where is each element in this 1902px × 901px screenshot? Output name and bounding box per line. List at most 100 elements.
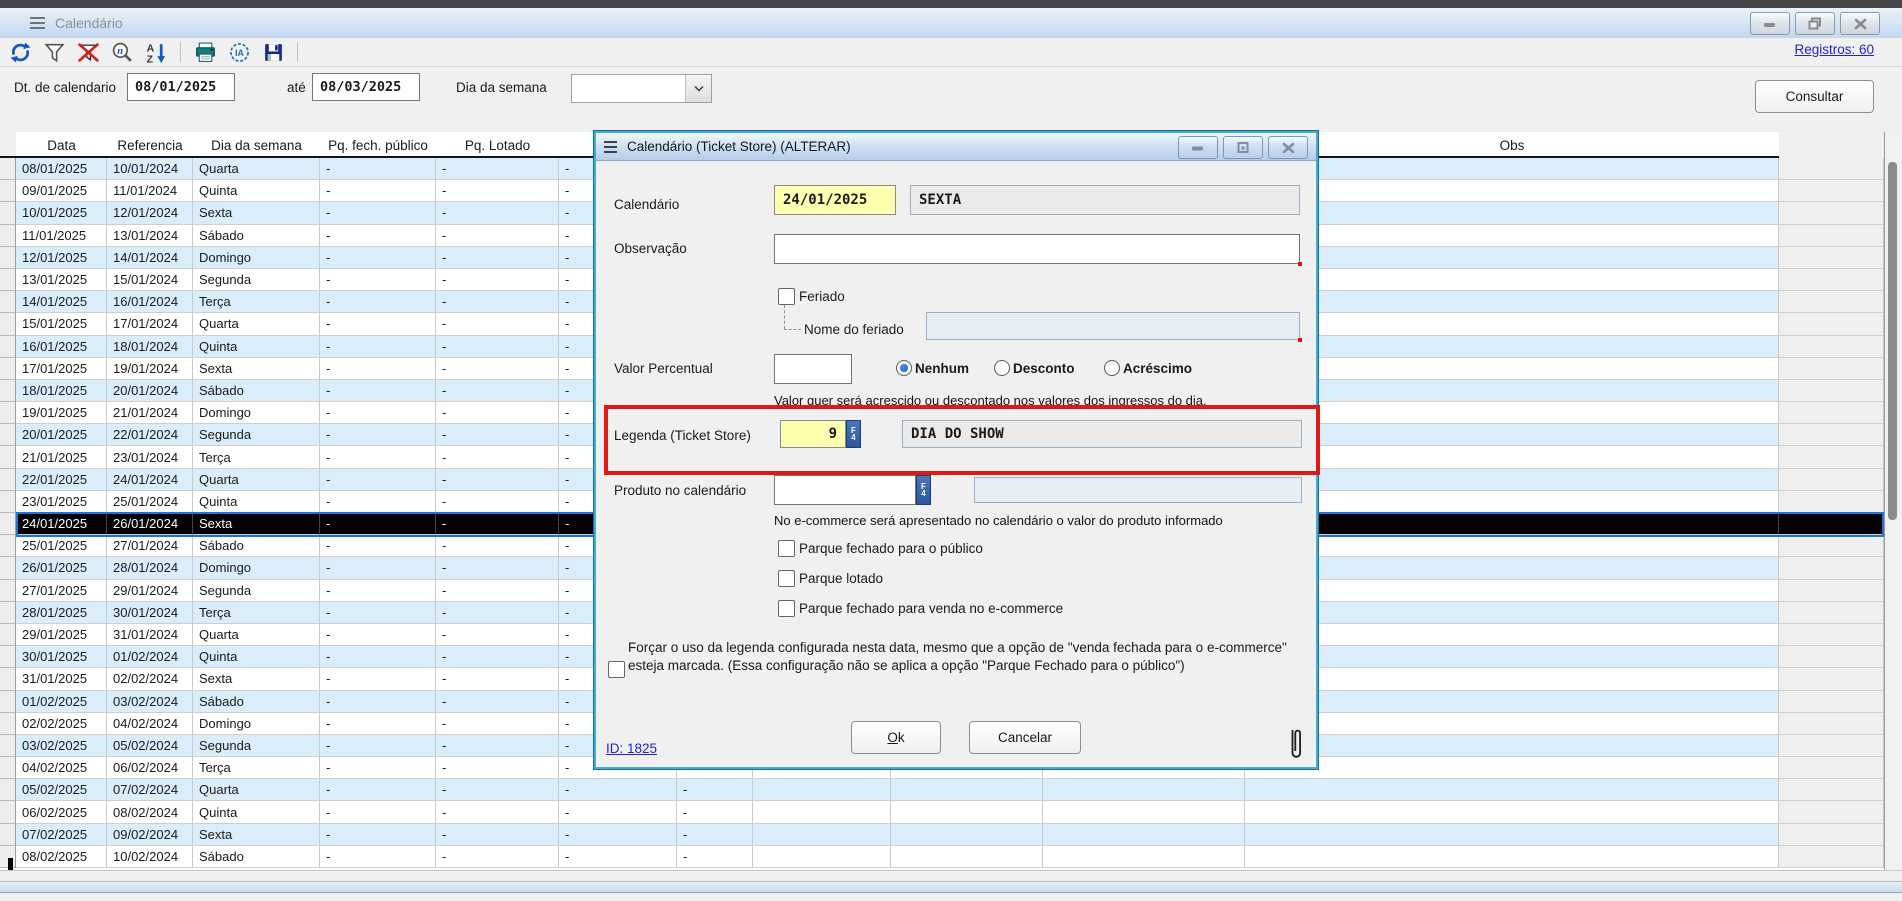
ia-badge-icon[interactable]: IA — [227, 40, 251, 64]
row-selector[interactable] — [0, 269, 16, 291]
feriado-checkbox[interactable] — [778, 288, 795, 305]
row-selector[interactable] — [0, 202, 16, 224]
row-selector[interactable] — [0, 624, 16, 646]
restore-button[interactable] — [1795, 12, 1835, 35]
date-to-input[interactable]: 08/03/2025 — [312, 73, 420, 101]
table-cell: 28/01/2024 — [107, 557, 193, 579]
column-header[interactable] — [0, 132, 17, 158]
row-selector[interactable] — [0, 691, 16, 713]
weekday-select[interactable] — [571, 74, 712, 103]
row-selector[interactable] — [0, 491, 16, 513]
row-selector[interactable] — [0, 225, 16, 247]
table-cell — [1245, 624, 1779, 646]
cancel-button[interactable]: Cancelar — [969, 721, 1081, 754]
paperclip-icon[interactable] — [1286, 724, 1306, 767]
row-selector[interactable] — [0, 180, 16, 202]
row-selector[interactable] — [0, 668, 16, 690]
row-selector[interactable] — [0, 358, 16, 380]
print-icon[interactable] — [193, 40, 217, 64]
row-selector[interactable] — [0, 557, 16, 579]
record-id-link[interactable]: ID: 1825 — [606, 741, 657, 756]
row-selector[interactable] — [0, 801, 16, 823]
row-selector[interactable] — [0, 602, 16, 624]
row-selector[interactable] — [0, 513, 16, 535]
column-header-dia-da-semana[interactable]: Dia da semana — [193, 132, 321, 158]
valor-percentual-input[interactable] — [774, 354, 852, 384]
table-cell: - — [320, 691, 436, 713]
row-selector[interactable] — [0, 380, 16, 402]
dialog-minimize-button[interactable] — [1178, 136, 1218, 159]
table-cell: 01/02/2025 — [16, 691, 107, 713]
table-cell: - — [436, 446, 559, 468]
row-selector[interactable] — [0, 446, 16, 468]
column-header-pq-lotado[interactable]: Pq. Lotado — [436, 132, 560, 158]
column-header-obs[interactable]: Obs — [1245, 132, 1780, 158]
row-selector[interactable] — [0, 779, 16, 801]
checkbox-parque-lotado[interactable] — [778, 570, 795, 587]
app-menu-icon[interactable] — [30, 17, 45, 29]
row-selector[interactable] — [0, 824, 16, 846]
table-cell — [753, 801, 891, 823]
table-cell: Domingo — [193, 713, 320, 735]
consultar-button[interactable]: Consultar — [1755, 80, 1874, 113]
legenda-f4-button[interactable]: F4 — [846, 420, 861, 448]
row-selector[interactable] — [0, 469, 16, 491]
dialog-titlebar[interactable]: Calendário (Ticket Store) (ALTERAR) — [596, 133, 1316, 161]
table-cell: 21/01/2025 — [16, 446, 107, 468]
filter-icon[interactable] — [42, 40, 66, 64]
required-marker — [1298, 262, 1302, 266]
date-from-input[interactable]: 08/01/2025 — [127, 73, 235, 101]
produto-f4-button[interactable]: F4 — [916, 475, 931, 505]
scrollbar-thumb[interactable] — [1888, 162, 1897, 520]
row-selector[interactable] — [0, 757, 16, 779]
table-row[interactable]: 06/02/202508/02/2024Quinta---- — [0, 801, 1902, 823]
row-selector[interactable] — [0, 313, 16, 335]
row-selector[interactable] — [0, 158, 16, 180]
column-header[interactable] — [1779, 132, 1885, 158]
row-selector[interactable] — [0, 580, 16, 602]
radio-desconto[interactable] — [994, 360, 1010, 376]
row-selector[interactable] — [0, 247, 16, 269]
sort-az-icon[interactable]: AZ — [144, 40, 168, 64]
row-selector[interactable] — [0, 291, 16, 313]
radio-acr-scimo[interactable] — [1104, 360, 1120, 376]
observacao-input[interactable] — [774, 234, 1300, 264]
calendario-date-input[interactable]: 24/01/2025 — [774, 185, 896, 215]
table-cell — [1245, 225, 1779, 247]
radio-nenhum[interactable] — [896, 360, 912, 376]
clear-filter-icon[interactable] — [76, 40, 100, 64]
ok-button[interactable]: Ok — [851, 721, 941, 754]
table-cell: 24/01/2025 — [16, 513, 107, 535]
row-selector[interactable] — [0, 336, 16, 358]
save-icon[interactable] — [261, 40, 285, 64]
table-cell: 12/01/2025 — [16, 247, 107, 269]
row-selector[interactable] — [0, 424, 16, 446]
dialog-menu-icon[interactable] — [604, 141, 617, 153]
force-legend-checkbox[interactable] — [608, 661, 625, 678]
chevron-down-icon[interactable] — [685, 75, 711, 102]
row-selector[interactable] — [0, 535, 16, 557]
refresh-icon[interactable] — [8, 40, 32, 64]
status-bar — [0, 881, 1902, 893]
row-selector[interactable] — [0, 646, 16, 668]
dialog-maximize-button[interactable] — [1223, 136, 1263, 159]
table-row[interactable]: 05/02/202507/02/2024Quarta---- — [0, 779, 1902, 801]
row-selector[interactable] — [0, 402, 16, 424]
table-row[interactable]: 07/02/202509/02/2024Sexta---- — [0, 824, 1902, 846]
dialog-close-button[interactable] — [1268, 136, 1308, 159]
legenda-code-input[interactable]: 9 — [780, 420, 846, 448]
minimize-button[interactable] — [1750, 12, 1790, 35]
table-cell: 07/02/2025 — [16, 824, 107, 846]
checkbox-parque-fechado-para-venda-no-e[interactable] — [778, 600, 795, 617]
column-header-data[interactable]: Data — [16, 132, 108, 158]
registros-link[interactable]: Registros: 60 — [1794, 42, 1874, 57]
produto-code-input[interactable] — [774, 475, 916, 505]
table-row[interactable]: 08/02/202510/02/2024Sábado---- — [0, 846, 1902, 868]
column-header-referencia[interactable]: Referencia — [107, 132, 194, 158]
find-icon[interactable]: n — [110, 40, 134, 64]
close-button[interactable] — [1840, 12, 1880, 35]
column-header-pq-fech-p-blico[interactable]: Pq. fech. público — [320, 132, 437, 158]
row-selector[interactable] — [0, 713, 16, 735]
checkbox-parque-fechado-para-o-p-blico[interactable] — [778, 540, 795, 557]
row-selector[interactable] — [0, 735, 16, 757]
